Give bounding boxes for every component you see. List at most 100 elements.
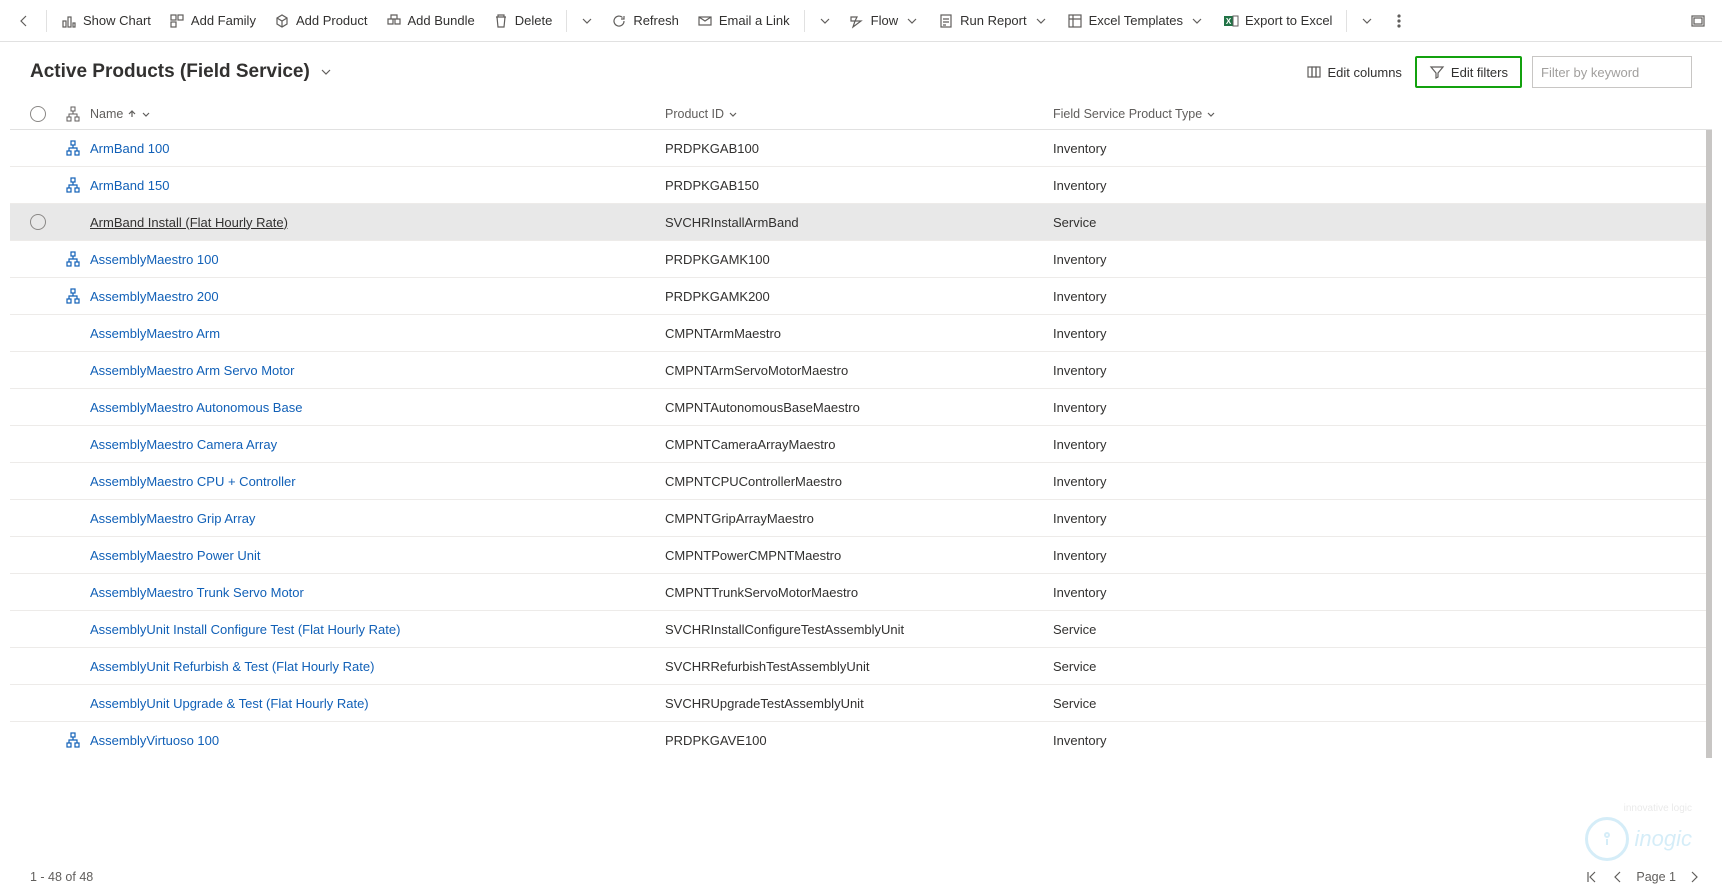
cell-product-id: PRDPKGAB150 [665,178,1053,193]
record-link[interactable]: AssemblyMaestro Arm Servo Motor [90,363,294,378]
row-hierarchy[interactable] [56,732,90,748]
cell-product-type: Inventory [1053,585,1706,600]
table-row[interactable]: AssemblyMaestro ArmCMPNTArmMaestroInvent… [10,315,1706,352]
refresh-button[interactable]: Refresh [603,5,687,37]
edit-columns-button[interactable]: Edit columns [1293,57,1415,87]
show-chart-button[interactable]: Show Chart [53,5,159,37]
table-row[interactable]: AssemblyMaestro Arm Servo MotorCMPNTArmS… [10,352,1706,389]
chevron-down-icon [1189,13,1205,29]
table-row[interactable]: AssemblyMaestro CPU + ControllerCMPNTCPU… [10,463,1706,500]
record-link[interactable]: AssemblyMaestro Arm [90,326,220,341]
record-link[interactable]: AssemblyMaestro Trunk Servo Motor [90,585,304,600]
row-hierarchy[interactable] [56,288,90,304]
label: Field Service Product Type [1053,107,1202,121]
table-row[interactable]: AssemblyUnit Install Configure Test (Fla… [10,611,1706,648]
report-icon [938,13,954,29]
record-link[interactable]: AssemblyMaestro 100 [90,252,219,267]
record-link[interactable]: AssemblyVirtuoso 100 [90,733,219,748]
table-row[interactable]: ArmBand 100PRDPKGAB100Inventory [10,130,1706,167]
cell-product-type: Inventory [1053,733,1706,748]
columns-icon [1306,64,1322,80]
flow-button[interactable]: Flow [841,5,928,37]
table-row[interactable]: AssemblyMaestro Power UnitCMPNTPowerCMPN… [10,537,1706,574]
cell-product-id: CMPNTCameraArrayMaestro [665,437,1053,452]
run-report-button[interactable]: Run Report [930,5,1056,37]
label: Run Report [960,13,1026,28]
column-header-name[interactable]: Name [90,107,665,121]
delete-button[interactable]: Delete [485,5,561,37]
table-row[interactable]: AssemblyMaestro Grip ArrayCMPNTGripArray… [10,500,1706,537]
edit-filters-button[interactable]: Edit filters [1415,56,1522,88]
table-row[interactable]: AssemblyUnit Refurbish & Test (Flat Hour… [10,648,1706,685]
delete-more-button[interactable] [573,5,601,37]
label: Edit filters [1451,65,1508,80]
export-excel-button[interactable]: X Export to Excel [1215,5,1340,37]
radio-icon [30,214,46,230]
table-row[interactable]: ArmBand 150PRDPKGAB150Inventory [10,167,1706,204]
record-link[interactable]: ArmBand Install (Flat Hourly Rate) [90,215,288,230]
table-row[interactable]: AssemblyMaestro Camera Array CMPNTCameraA… [10,426,1706,463]
label: Refresh [633,13,679,28]
label: Excel Templates [1089,13,1183,28]
cell-product-type: Inventory [1053,400,1706,415]
record-link[interactable]: AssemblyMaestro Autonomous Base [90,400,302,415]
add-bundle-button[interactable]: Add Bundle [378,5,483,37]
back-button[interactable] [8,5,40,37]
overflow-button[interactable] [1383,5,1415,37]
record-link[interactable]: AssemblyUnit Install Configure Test (Fla… [90,622,400,637]
table-row[interactable]: ArmBand Install (Flat Hourly Rate)SVCHRI… [10,204,1706,241]
table-row[interactable]: AssemblyUnit Upgrade & Test (Flat Hourly… [10,685,1706,722]
page-next-icon[interactable] [1686,869,1702,885]
label: Delete [515,13,553,28]
table-row[interactable]: AssemblyMaestro Trunk Servo Motor CMPNTTr… [10,574,1706,611]
hierarchy-header[interactable] [56,106,90,122]
flow-icon [849,13,865,29]
table-row[interactable]: AssemblyMaestro 100PRDPKGAMK100Inventory [10,241,1706,278]
record-link[interactable]: AssemblyUnit Refurbish & Test (Flat Hour… [90,659,374,674]
row-selector[interactable] [20,214,56,230]
arrow-left-icon [16,13,32,29]
email-more-button[interactable] [811,5,839,37]
label: Add Product [296,13,368,28]
export-more-button[interactable] [1353,5,1381,37]
row-hierarchy[interactable] [56,177,90,193]
cell-product-id: PRDPKGAMK200 [665,289,1053,304]
add-product-button[interactable]: Add Product [266,5,376,37]
record-link[interactable]: ArmBand 150 [90,178,170,193]
record-link[interactable]: AssemblyMaestro Grip Array [90,511,255,526]
panel-icon [1690,13,1706,29]
record-link[interactable]: AssemblyMaestro Camera Array [90,437,277,452]
select-all-header[interactable] [20,106,56,122]
cell-product-type: Inventory [1053,252,1706,267]
filter-input[interactable] [1532,56,1692,88]
page-prev-icon[interactable] [1610,869,1626,885]
page-first-icon[interactable] [1584,869,1600,885]
cell-product-id: CMPNTTrunkServoMotorMaestro [665,585,1053,600]
table-row[interactable]: AssemblyVirtuoso 100PRDPKGAVE100Inventor… [10,722,1706,758]
cell-product-type: Service [1053,659,1706,674]
record-link[interactable]: AssemblyMaestro Power Unit [90,548,261,563]
sort-asc-icon [127,109,137,119]
email-link-button[interactable]: Email a Link [689,5,798,37]
cell-product-type: Inventory [1053,474,1706,489]
add-family-button[interactable]: Add Family [161,5,264,37]
chevron-down-icon [579,13,595,29]
table-row[interactable]: AssemblyMaestro Autonomous Base CMPNTAuto… [10,389,1706,426]
record-link[interactable]: AssemblyMaestro CPU + Controller [90,474,296,489]
table-row[interactable]: AssemblyMaestro 200PRDPKGAMK200Inventory [10,278,1706,315]
grid-body[interactable]: ArmBand 100PRDPKGAB100InventoryArmBand 1… [10,130,1712,758]
record-link[interactable]: AssemblyMaestro 200 [90,289,219,304]
record-link[interactable]: AssemblyUnit Upgrade & Test (Flat Hourly… [90,696,369,711]
row-hierarchy[interactable] [56,251,90,267]
share-button[interactable] [1682,5,1714,37]
column-header-product-id[interactable]: Product ID [665,107,1053,121]
row-hierarchy[interactable] [56,140,90,156]
excel-templates-button[interactable]: Excel Templates [1059,5,1213,37]
record-link[interactable]: ArmBand 100 [90,141,170,156]
email-icon [697,13,713,29]
column-header-product-type[interactable]: Field Service Product Type [1053,107,1712,121]
view-selector[interactable]: Active Products (Field Service) [30,61,334,83]
divider [46,10,47,32]
cell-product-id: CMPNTAutonomousBaseMaestro [665,400,1053,415]
cell-product-id: SVCHRInstallConfigureTestAssemblyUnit [665,622,1053,637]
